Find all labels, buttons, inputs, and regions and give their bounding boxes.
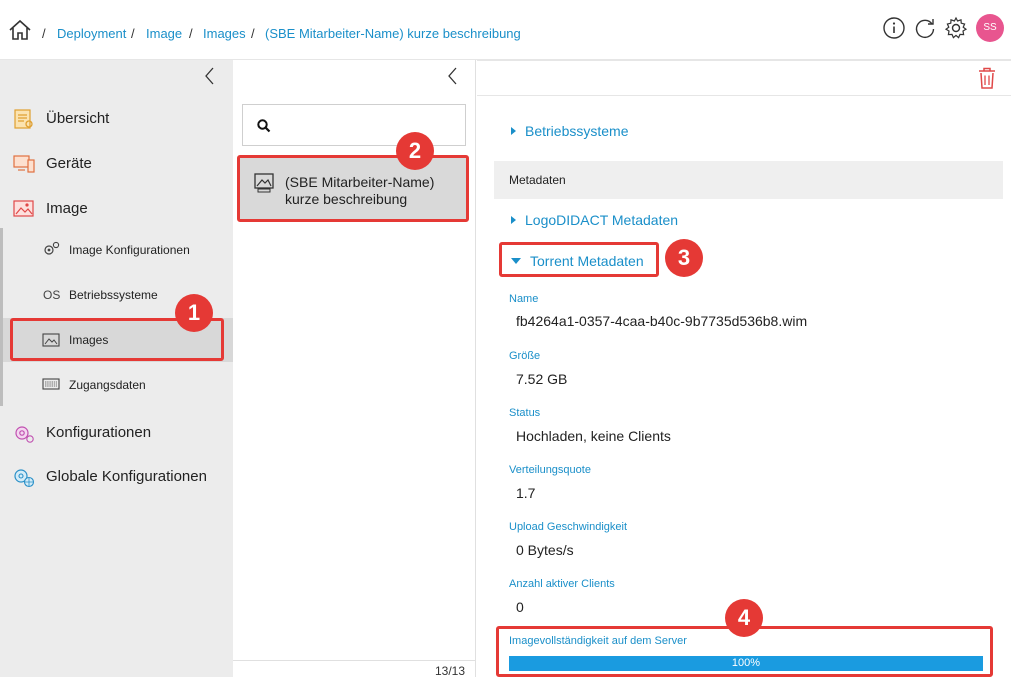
image-icon (13, 200, 34, 217)
divider (477, 95, 1011, 96)
detail-panel: Betriebssysteme Metadaten LogoDIDACT Met… (477, 60, 1011, 677)
divider (233, 660, 476, 661)
highlight-torrent-metadaten (499, 242, 659, 277)
chevron-left-icon[interactable] (445, 66, 461, 86)
field-label-name: Name (509, 293, 539, 305)
page-count: 13/13 (434, 664, 465, 678)
field-label-verteilungsquote: Verteilungsquote (509, 464, 591, 476)
sidebar-subitem-image-konfigurationen[interactable]: Image Konfigurationen (69, 243, 190, 257)
breadcrumb-images[interactable]: Images (203, 26, 246, 41)
field-label-anzahl-aktiver-clients: Anzahl aktiver Clients (509, 578, 615, 590)
global-config-icon (14, 469, 35, 488)
os-icon: OS (43, 288, 61, 302)
home-icon[interactable] (8, 18, 32, 42)
field-value-groesse: 7.52 GB (516, 371, 568, 387)
section-betriebssysteme[interactable]: Betriebssysteme (511, 123, 628, 139)
chevron-right-icon (511, 216, 516, 224)
field-label-groesse: Größe (509, 350, 541, 362)
sidebar-item-uebersicht[interactable]: Übersicht (46, 110, 109, 127)
breadcrumb-current: (SBE Mitarbeiter-Name) kurze beschreibun… (265, 26, 521, 41)
field-value-name: fb4264a1-0357-4caa-b40c-9b7735d536b8.wim (516, 313, 808, 329)
field-label-status: Status (509, 407, 541, 419)
avatar[interactable]: SS (976, 14, 1004, 42)
gear-icon[interactable] (944, 16, 968, 40)
annotation-badge-3: 3 (665, 239, 703, 277)
annotation-badge-1: 1 (175, 294, 213, 332)
section-logodidact-metadaten[interactable]: LogoDIDACT Metadaten (511, 212, 678, 228)
sidebar-item-konfigurationen[interactable]: Konfigurationen (46, 424, 151, 441)
breadcrumb-deployment[interactable]: Deployment (57, 26, 126, 41)
highlight-list-item (237, 155, 469, 222)
search-input[interactable] (242, 104, 466, 146)
gears-icon (44, 241, 60, 255)
annotation-badge-2: 2 (396, 132, 434, 170)
overview-icon (14, 109, 33, 129)
field-value-anzahl-aktiver-clients: 0 (516, 599, 524, 615)
submenu-indicator (0, 228, 3, 406)
image-list-panel: (SBE Mitarbeiter-Name) kurze beschreibun… (233, 60, 476, 678)
search-icon (257, 119, 271, 133)
devices-icon (13, 155, 35, 173)
field-label-upload-geschwindigkeit: Upload Geschwindigkeit (509, 521, 628, 533)
trash-icon[interactable] (977, 66, 997, 90)
breadcrumb-separator: / (251, 26, 255, 41)
breadcrumb-image[interactable]: Image (146, 26, 182, 41)
breadcrumb-separator: / (42, 26, 46, 41)
sidebar-item-image[interactable]: Image (46, 200, 88, 217)
field-value-status: Hochladen, keine Clients (516, 428, 671, 444)
field-value-verteilungsquote: 1.7 (516, 485, 536, 501)
top-bar: / Deployment / Image / Images / (SBE Mit… (0, 0, 1011, 60)
sidebar-item-geraete[interactable]: Geräte (46, 155, 92, 172)
configurations-icon (15, 426, 34, 443)
breadcrumb-separator: / (189, 26, 193, 41)
chevron-left-icon[interactable] (202, 66, 218, 86)
refresh-icon[interactable] (913, 16, 937, 40)
annotation-badge-4: 4 (725, 599, 763, 637)
sidebar: Übersicht Geräte Image Image Konfigurati… (0, 60, 233, 677)
breadcrumb-separator: / (131, 26, 135, 41)
metadaten-header: Metadaten (494, 161, 1003, 199)
chevron-right-icon (511, 127, 516, 135)
field-value-upload-geschwindigkeit: 0 Bytes/s (516, 542, 574, 558)
credentials-icon (42, 378, 60, 390)
sidebar-subitem-zugangsdaten[interactable]: Zugangsdaten (69, 378, 146, 392)
sidebar-subitem-betriebssysteme[interactable]: Betriebssysteme (69, 288, 158, 302)
sidebar-item-globale-konfigurationen[interactable]: Globale Konfigurationen (46, 468, 207, 485)
info-icon[interactable] (882, 16, 906, 40)
